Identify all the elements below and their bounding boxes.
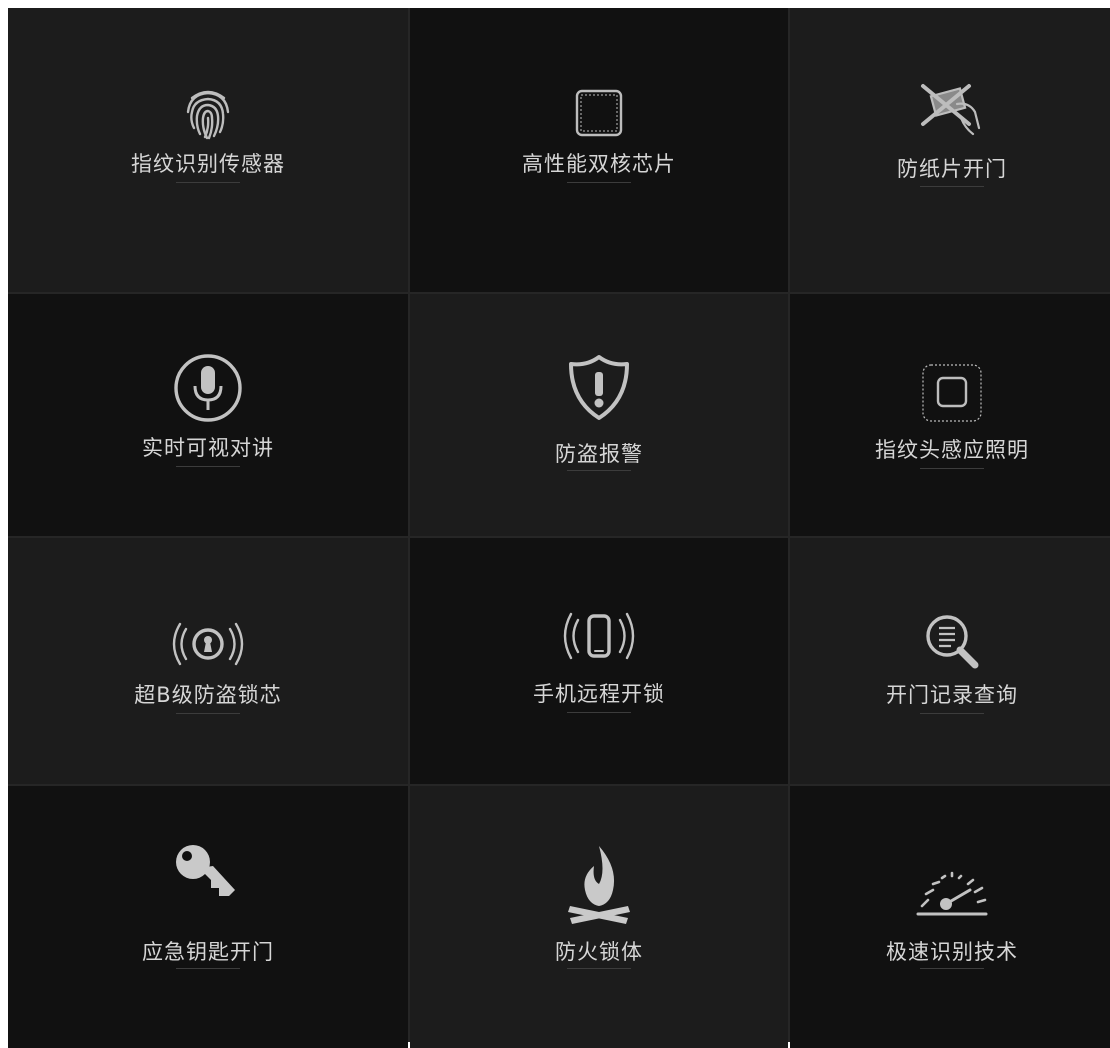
- sensor-light-icon: [922, 364, 982, 422]
- phone-signal-icon: [563, 612, 635, 660]
- feature-grid: 指纹识别传感器 高性能双核芯片 防纸片开门 实时可视对讲 防盗报警 指纹头感应照…: [8, 8, 1110, 1048]
- label-underline: [567, 968, 631, 969]
- no-paper-card-icon: [921, 84, 981, 136]
- feature-tile-fingerprint: 指纹识别传感器: [8, 8, 408, 292]
- lock-cylinder-signal-icon: [172, 622, 244, 666]
- feature-label: 超B级防盗锁芯: [134, 683, 282, 707]
- feature-tile-chip: 高性能双核芯片: [410, 8, 788, 292]
- fingerprint-icon: [186, 90, 230, 140]
- label-underline: [920, 713, 984, 714]
- label-underline: [176, 466, 240, 467]
- feature-label: 极速识别技术: [886, 940, 1018, 964]
- microphone-icon: [174, 354, 242, 422]
- label-underline: [920, 968, 984, 969]
- feature-tile-intercom: 实时可视对讲: [8, 294, 408, 536]
- feature-tile-fast-recognition: 极速识别技术: [790, 786, 1110, 1048]
- feature-tile-lock-cylinder: 超B级防盗锁芯: [8, 538, 408, 784]
- feature-tile-alarm: 防盗报警: [410, 294, 788, 536]
- feature-tile-emergency-key: 应急钥匙开门: [8, 786, 408, 1048]
- label-underline: [176, 182, 240, 183]
- feature-label: 防纸片开门: [897, 157, 1007, 181]
- feature-label: 指纹头感应照明: [875, 438, 1029, 462]
- feature-label: 实时可视对讲: [142, 436, 274, 460]
- feature-tile-no-paper: 防纸片开门: [790, 8, 1110, 292]
- chip-icon: [575, 89, 623, 137]
- feature-tile-records: 开门记录查询: [790, 538, 1110, 784]
- feature-label: 高性能双核芯片: [522, 152, 676, 176]
- feature-label: 手机远程开锁: [533, 682, 665, 706]
- shield-alert-icon: [569, 355, 629, 420]
- fire-icon: [568, 846, 630, 924]
- label-underline: [920, 186, 984, 187]
- feature-label: 开门记录查询: [886, 683, 1018, 707]
- label-underline: [567, 182, 631, 183]
- label-underline: [176, 968, 240, 969]
- feature-tile-remote-unlock: 手机远程开锁: [410, 538, 788, 784]
- feature-label: 防火锁体: [555, 940, 643, 964]
- label-underline: [920, 468, 984, 469]
- key-icon: [176, 845, 235, 896]
- speedometer-icon: [916, 871, 988, 916]
- label-underline: [567, 712, 631, 713]
- feature-label: 指纹识别传感器: [131, 152, 285, 176]
- feature-label: 防盗报警: [555, 442, 643, 466]
- label-underline: [567, 470, 631, 471]
- feature-tile-sensor-light: 指纹头感应照明: [790, 294, 1110, 536]
- feature-label: 应急钥匙开门: [142, 940, 274, 964]
- label-underline: [176, 713, 240, 714]
- feature-tile-fireproof: 防火锁体: [410, 786, 788, 1048]
- record-search-icon: [926, 615, 979, 669]
